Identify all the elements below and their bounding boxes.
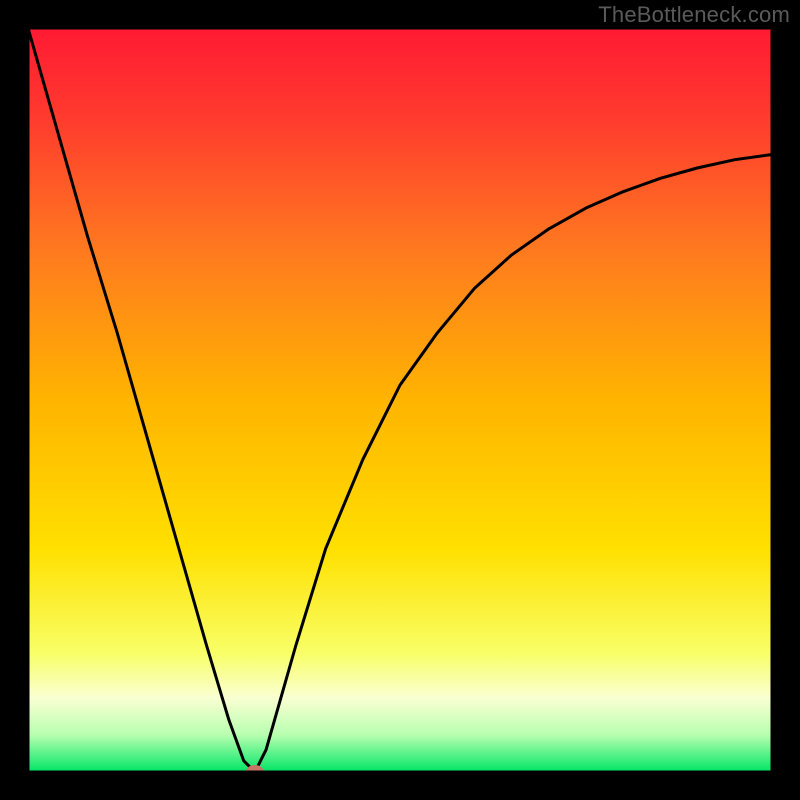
plot-svg [28, 28, 772, 772]
watermark-text: TheBottleneck.com [598, 2, 790, 28]
plot-background [28, 28, 772, 772]
chart-stage: TheBottleneck.com [0, 0, 800, 800]
plot-frame [28, 28, 772, 772]
